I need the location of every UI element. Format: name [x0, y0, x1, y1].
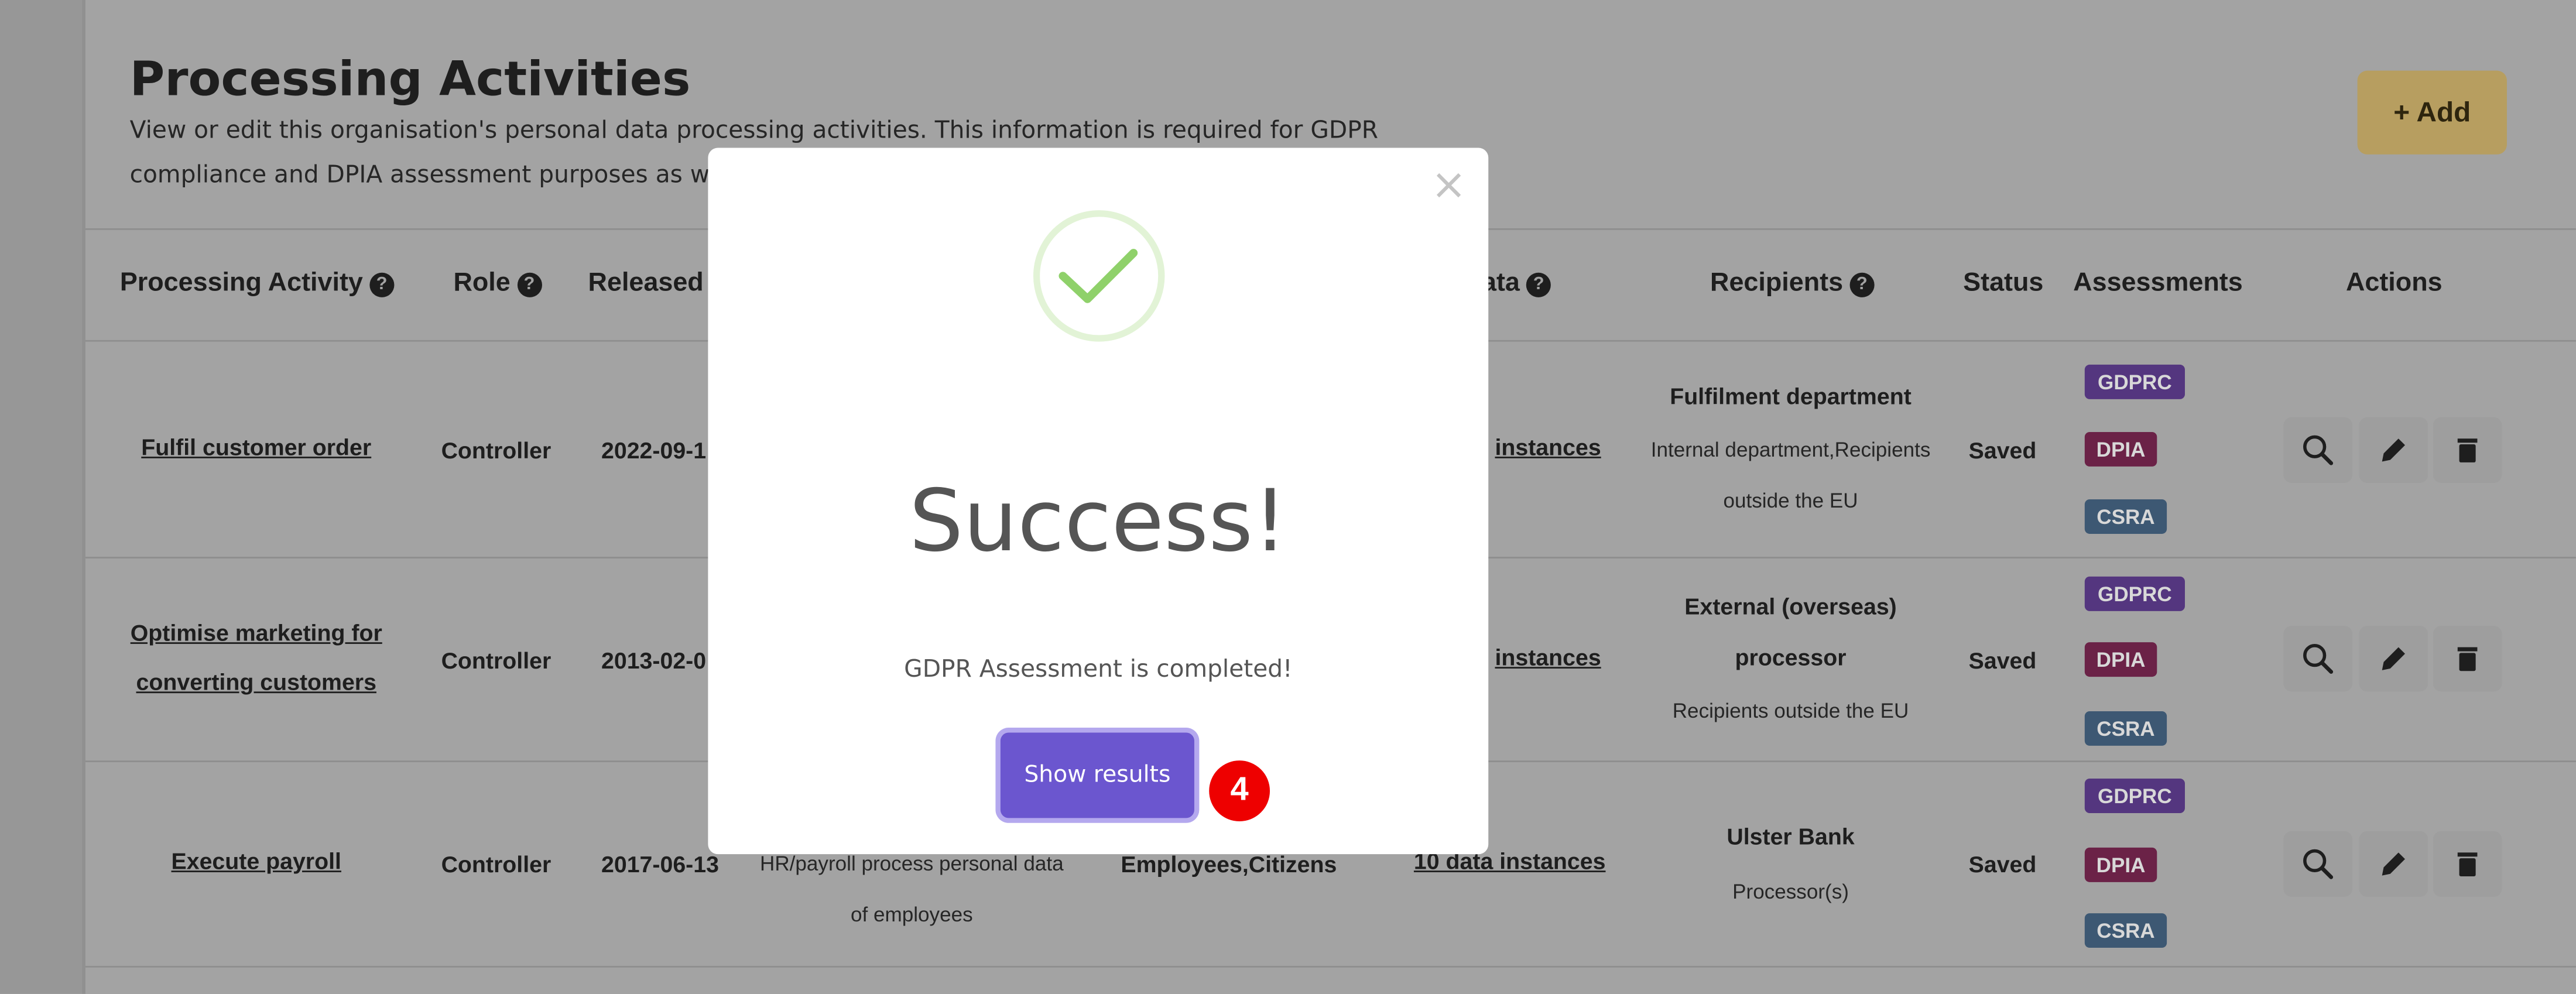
check-icon	[1033, 210, 1165, 342]
success-modal: × Success! GDPR Assessment is completed!…	[708, 148, 1489, 855]
show-results-button[interactable]: Show results	[1000, 732, 1194, 818]
modal-title: Success!	[909, 473, 1287, 572]
app-stage: Processing Activities View or edit this …	[0, 0, 2576, 994]
modal-message: GDPR Assessment is completed!	[904, 657, 1293, 684]
step-number-badge: 4	[1205, 757, 1273, 825]
close-icon[interactable]: ×	[1431, 161, 1467, 210]
